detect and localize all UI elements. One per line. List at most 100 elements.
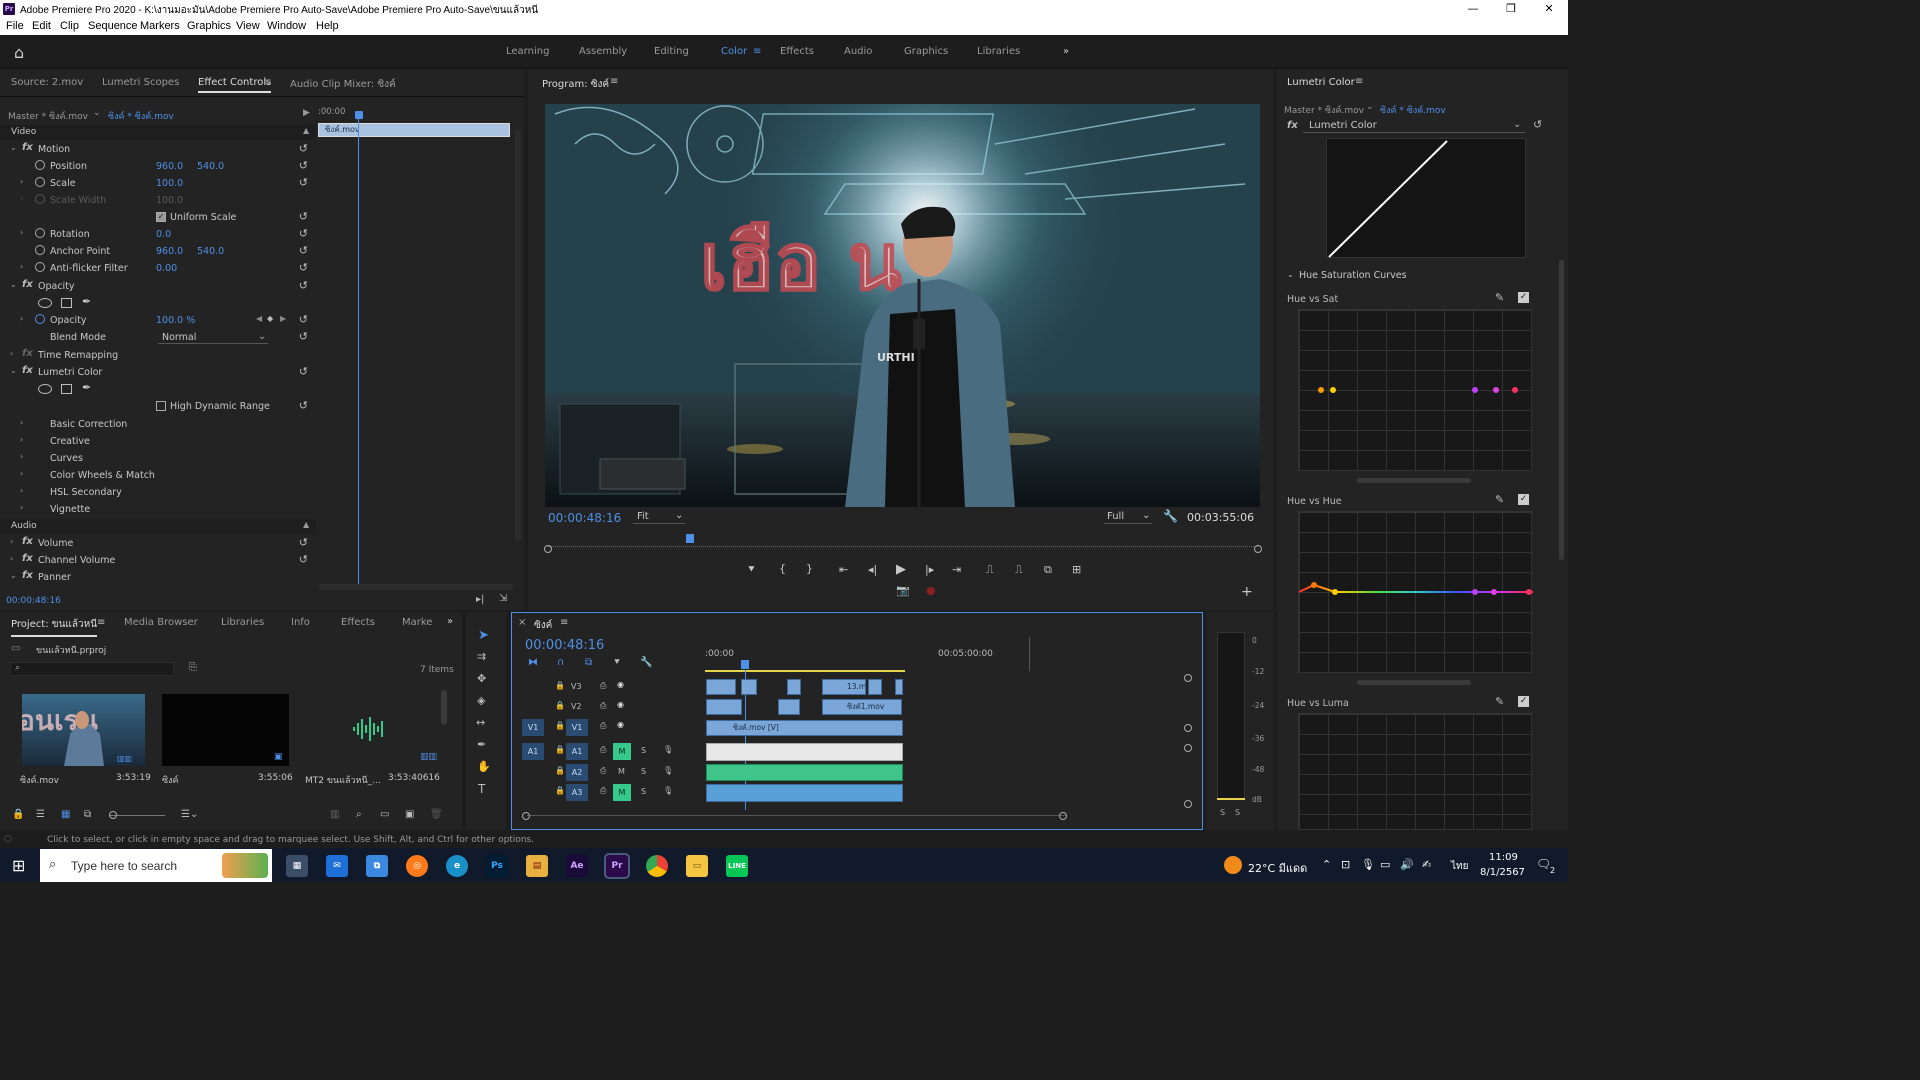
menu-edit[interactable]: Edit bbox=[32, 20, 51, 32]
fx-icon[interactable]: fx bbox=[22, 553, 33, 564]
network-icon[interactable]: ▭ bbox=[1380, 858, 1390, 871]
tab-menu-icon[interactable]: ≡ bbox=[97, 617, 105, 628]
fx-icon[interactable]: fx bbox=[22, 142, 33, 153]
expand-chevron-icon[interactable]: › bbox=[10, 554, 13, 563]
solo-right-button[interactable]: S bbox=[1235, 808, 1240, 817]
hue-vs-sat-checkbox[interactable]: ✓ bbox=[1518, 292, 1529, 303]
selection-tool-icon[interactable]: ➤ bbox=[478, 628, 489, 643]
hscroll-start-handle[interactable] bbox=[522, 812, 530, 820]
expand-chevron-icon[interactable]: › bbox=[20, 503, 23, 512]
timeline-timecode[interactable]: 00:00:48:16 bbox=[525, 638, 604, 653]
play-only-icon[interactable]: ▶ bbox=[303, 108, 310, 118]
panel-menu-icon[interactable]: ≡ bbox=[560, 617, 568, 628]
expand-chevron-icon[interactable]: ⌄ bbox=[10, 366, 17, 375]
mark-out-icon[interactable]: } bbox=[806, 562, 813, 575]
stopwatch-icon[interactable] bbox=[35, 160, 45, 170]
ws-audio[interactable]: Audio bbox=[844, 46, 872, 57]
reset-icon[interactable]: ↺ bbox=[299, 536, 308, 549]
expand-chevron-icon[interactable]: › bbox=[10, 349, 13, 358]
hdr-checkbox[interactable] bbox=[156, 401, 166, 411]
ws-assembly[interactable]: Assembly bbox=[579, 46, 627, 57]
reset-icon[interactable]: ↺ bbox=[299, 365, 308, 378]
go-to-out-icon[interactable]: ⇥ bbox=[952, 563, 961, 576]
ripple-edit-icon[interactable]: ✥ bbox=[477, 672, 486, 685]
tab-effects[interactable]: Effects bbox=[341, 617, 375, 628]
curves-row[interactable]: › Curves bbox=[0, 450, 316, 467]
solo-a1-button[interactable]: S bbox=[641, 746, 646, 755]
reset-icon[interactable]: ↺ bbox=[299, 176, 308, 189]
project-scrollbar[interactable] bbox=[441, 690, 447, 725]
hscroll-end-handle[interactable] bbox=[1059, 812, 1067, 820]
reset-icon[interactable]: ↺ bbox=[299, 399, 308, 412]
tab-markers[interactable]: Marke bbox=[402, 617, 432, 628]
next-keyframe-icon[interactable]: ▶ bbox=[280, 314, 286, 323]
stopwatch-icon[interactable] bbox=[35, 262, 45, 272]
playhead-icon[interactable] bbox=[355, 111, 363, 119]
new-item-icon[interactable]: ▣ bbox=[405, 809, 414, 820]
expand-chevron-icon[interactable]: › bbox=[20, 262, 23, 271]
new-bin-icon[interactable]: ⎘ bbox=[189, 662, 197, 673]
home-icon[interactable]: ⌂ bbox=[14, 43, 24, 62]
file-explorer-icon[interactable]: ▦ bbox=[286, 855, 308, 877]
line-icon[interactable]: LINE bbox=[726, 855, 748, 877]
anchor-x-value[interactable]: 960.0 bbox=[156, 246, 183, 257]
panel-menu-icon[interactable]: ≡ bbox=[610, 76, 618, 87]
new-bin-icon[interactable]: ▭ bbox=[380, 809, 389, 820]
nest-icon[interactable]: ⧓ bbox=[528, 657, 538, 668]
antiflicker-value[interactable]: 0.00 bbox=[156, 263, 177, 274]
mute-a2-button[interactable]: M bbox=[618, 767, 625, 776]
notification-icon[interactable]: 🗨 bbox=[1536, 857, 1551, 871]
position-y-value[interactable]: 540.0 bbox=[197, 161, 224, 172]
clip-bar[interactable]: ซิงค์.mov bbox=[318, 123, 510, 137]
minimize-icon[interactable]: — bbox=[1454, 0, 1492, 18]
lock-icon[interactable]: 🔒 bbox=[555, 766, 565, 775]
clip-v3-f[interactable] bbox=[895, 679, 903, 695]
taskbar-search[interactable]: ⌕ Type here to search bbox=[40, 849, 272, 882]
snap-icon[interactable]: ∩ bbox=[557, 657, 564, 668]
menu-view[interactable]: View bbox=[236, 20, 260, 32]
mic-icon[interactable]: 🎙 bbox=[663, 745, 673, 754]
play-icon[interactable]: ▶ bbox=[896, 562, 906, 577]
reset-icon[interactable]: ↺ bbox=[299, 210, 308, 223]
lumetri-clip[interactable]: ซิงค์ * ซิงค์.mov bbox=[1380, 103, 1446, 117]
clip-v2-c[interactable]: ซิงค์1.mov bbox=[822, 699, 902, 715]
wrench-icon[interactable]: 🔧 bbox=[1163, 509, 1178, 523]
panel-menu-icon[interactable]: ≡ bbox=[1355, 76, 1363, 87]
close-tab-icon[interactable]: × bbox=[518, 617, 526, 628]
ws-color-menu-icon[interactable]: ≡ bbox=[753, 46, 761, 57]
source-patch-v1[interactable]: V1 bbox=[522, 719, 544, 736]
solo-a3-button[interactable]: S bbox=[641, 787, 646, 796]
audio-thumbnail[interactable] bbox=[350, 715, 388, 743]
mail-icon[interactable]: ✉ bbox=[326, 855, 348, 877]
pen-tool-icon[interactable]: ✒ bbox=[477, 738, 486, 751]
lumetri-scrollbar[interactable] bbox=[1559, 260, 1564, 560]
after-effects-icon[interactable]: Ae bbox=[566, 855, 588, 877]
expand-chevron-icon[interactable]: › bbox=[20, 452, 23, 461]
track-label-a2[interactable]: A2 bbox=[566, 764, 588, 781]
add-button-icon[interactable]: + bbox=[1241, 584, 1253, 600]
expand-chevron-icon[interactable]: ⌄ bbox=[10, 143, 17, 152]
linked-selection-icon[interactable]: ⧉ bbox=[585, 657, 592, 668]
volume-icon[interactable]: 🔊 bbox=[1400, 858, 1414, 871]
master-clip-label[interactable]: Master * ซิงค์.mov bbox=[8, 109, 88, 123]
edge-icon[interactable]: e bbox=[446, 855, 468, 877]
lock-icon[interactable]: 🔒 bbox=[12, 809, 24, 820]
language-indicator[interactable]: ไทย bbox=[1451, 859, 1468, 874]
menu-sequence[interactable]: Sequence bbox=[88, 20, 138, 32]
rgb-curve-graph[interactable] bbox=[1326, 138, 1526, 258]
mic-icon[interactable]: 🎙 bbox=[663, 766, 673, 775]
solo-a2-button[interactable]: S bbox=[641, 767, 646, 776]
eye-icon[interactable]: ◉ bbox=[617, 680, 624, 689]
solo-left-button[interactable]: S bbox=[1220, 808, 1225, 817]
uniform-scale-checkbox[interactable]: ✓ bbox=[156, 212, 166, 222]
sync-lock-icon[interactable]: ⎙ bbox=[600, 766, 606, 776]
menu-file[interactable]: File bbox=[6, 20, 24, 32]
pen-input-icon[interactable]: ✍ bbox=[1422, 858, 1431, 871]
menu-window[interactable]: Window bbox=[267, 20, 306, 32]
store-icon[interactable]: ⧉ bbox=[366, 855, 388, 877]
reset-icon[interactable]: ↺ bbox=[299, 142, 308, 155]
lumetri-master[interactable]: Master * ซิงค์.mov bbox=[1284, 103, 1364, 117]
position-x-value[interactable]: 960.0 bbox=[156, 161, 183, 172]
timeline-playhead-icon[interactable] bbox=[741, 660, 749, 669]
reset-icon[interactable]: ↺ bbox=[299, 159, 308, 172]
